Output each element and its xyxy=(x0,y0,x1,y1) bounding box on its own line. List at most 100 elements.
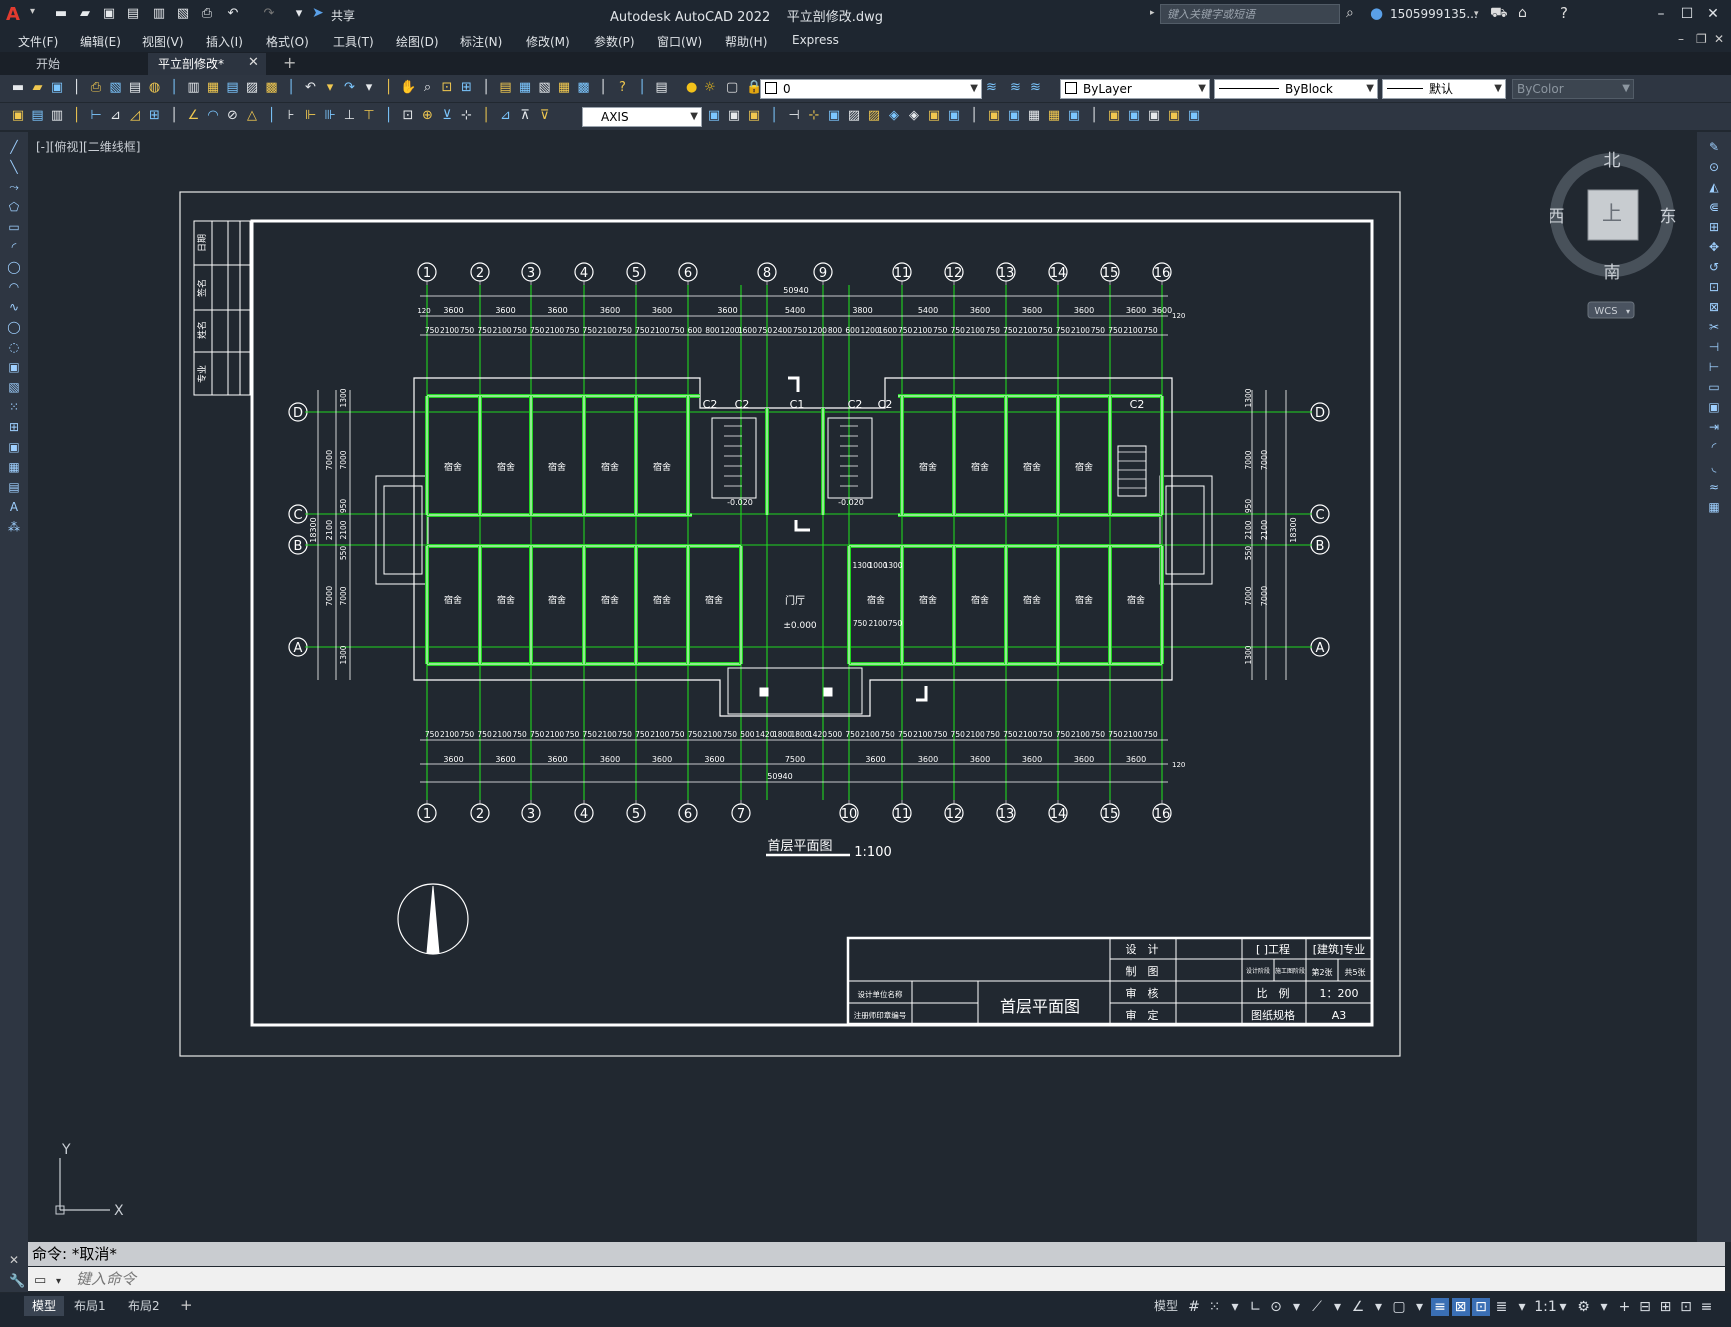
status-toggle-icon[interactable]: ⊟ xyxy=(1636,1298,1654,1316)
status-toggle-icon[interactable]: ▾ xyxy=(1288,1298,1306,1316)
toolbar-tool-icon[interactable]: ▣ xyxy=(10,108,26,124)
palette-tool-icon[interactable]: ▭ xyxy=(6,220,22,234)
palette-tool-icon[interactable]: ⊣ xyxy=(1706,340,1722,354)
toolbar-tool-icon[interactable]: ▨ xyxy=(846,108,862,124)
new-file-icon[interactable]: ▬ xyxy=(52,6,70,22)
toolbar-tool-icon[interactable]: ▣ xyxy=(1146,108,1162,124)
layer-previous-icon[interactable]: ≋ xyxy=(1010,80,1021,95)
tab-start[interactable]: 开始 xyxy=(26,53,146,75)
share-button[interactable]: 共享 xyxy=(331,7,355,24)
toolbar-tool-icon[interactable]: ▦ xyxy=(205,80,221,96)
doc-restore-icon[interactable]: ❐ xyxy=(1696,32,1707,46)
toolbar-tool-icon[interactable]: │ xyxy=(634,80,650,96)
toolbar-tool-icon[interactable]: │ xyxy=(595,80,611,96)
toolbar-tool-icon[interactable]: │ xyxy=(381,80,397,96)
doc-close-icon[interactable]: ✕ xyxy=(1714,32,1724,46)
publish-icon[interactable]: ▥ xyxy=(150,6,168,22)
toolbar-tool-icon[interactable]: ↶ xyxy=(303,80,319,96)
toolbar-tool-icon[interactable]: ▣ xyxy=(1126,108,1142,124)
palette-tool-icon[interactable]: ✂ xyxy=(1706,320,1722,334)
toolbar-tool-icon[interactable]: ▤ xyxy=(498,80,514,96)
toolbar-tool-icon[interactable]: ⊡ xyxy=(439,80,455,96)
toolbar-tool-icon[interactable]: ◈ xyxy=(886,108,902,124)
status-toggle-icon[interactable]: ▾ xyxy=(1595,1298,1613,1316)
toolbar-tool-icon[interactable]: ▧ xyxy=(537,80,553,96)
tab-close-icon[interactable]: ✕ xyxy=(248,55,259,70)
toolbar-tool-icon[interactable]: ◈ xyxy=(906,108,922,124)
toolbar-tool-icon[interactable]: │ xyxy=(69,80,85,96)
toolbar-tool-icon[interactable]: ⊞ xyxy=(147,108,163,124)
status-toggle-icon[interactable]: ▢ xyxy=(1390,1298,1408,1316)
palette-tool-icon[interactable]: ▦ xyxy=(1706,500,1722,514)
toolbar-tool-icon[interactable]: ▾ xyxy=(361,80,377,96)
status-toggle-icon[interactable]: ⚙ xyxy=(1575,1298,1593,1316)
menu-format[interactable]: 格式(O) xyxy=(266,33,309,50)
menu-file[interactable]: 文件(F) xyxy=(18,33,58,50)
toolbar-tool-icon[interactable]: ▤ xyxy=(30,108,46,124)
toolbar-tool-icon[interactable]: ⊽ xyxy=(537,108,553,124)
toolbar-tool-icon[interactable]: ▣ xyxy=(746,108,762,124)
palette-tool-icon[interactable]: ⊞ xyxy=(1706,220,1722,234)
toolbar-tool-icon[interactable]: ⊤ xyxy=(361,108,377,124)
menu-parametric[interactable]: 参数(P) xyxy=(594,33,635,50)
toolbar-tool-icon[interactable]: ▣ xyxy=(1066,108,1082,124)
palette-tool-icon[interactable]: ⊞ xyxy=(6,420,22,434)
search-icon[interactable]: ⌕ xyxy=(1346,5,1354,21)
toolbar-tool-icon[interactable]: ▥ xyxy=(49,108,65,124)
layer-select[interactable]: 0 ▼ xyxy=(760,79,982,99)
toolbar-tool-icon[interactable]: ⊿ xyxy=(108,108,124,124)
toolbar-tool-icon[interactable]: ▦ xyxy=(517,80,533,96)
palette-tool-icon[interactable]: ⬠ xyxy=(6,200,22,214)
status-toggle-icon[interactable]: ⊙ xyxy=(1267,1298,1285,1316)
toolbar-tool-icon[interactable]: ▣ xyxy=(946,108,962,124)
toolbar-tool-icon[interactable]: ▤ xyxy=(127,80,143,96)
search-input[interactable]: 键入关键字或短语 xyxy=(1160,4,1340,24)
lineweight-select[interactable]: 默认 ▼ xyxy=(1382,79,1506,99)
palette-tool-icon[interactable]: ↺ xyxy=(1706,260,1722,274)
toolbar-tool-icon[interactable]: ⊦ xyxy=(283,108,299,124)
status-toggle-icon[interactable]: ▾ xyxy=(1370,1298,1388,1316)
status-toggle-icon[interactable]: ≡ xyxy=(1431,1298,1449,1316)
palette-tool-icon[interactable]: ▤ xyxy=(6,480,22,494)
palette-tool-icon[interactable]: ▣ xyxy=(6,360,22,374)
palette-tool-icon[interactable]: ▦ xyxy=(6,460,22,474)
add-layout-icon[interactable]: + xyxy=(180,1296,193,1314)
toolbar-tool-icon[interactable]: ⊞ xyxy=(459,80,475,96)
toolbar-tool-icon[interactable]: ▦ xyxy=(1026,108,1042,124)
maximize-button[interactable]: ☐ xyxy=(1676,4,1698,24)
toolbar-tool-icon[interactable]: ▩ xyxy=(576,80,592,96)
make-current-layer-icon[interactable]: ≋ xyxy=(986,80,997,95)
toolbar-tool-icon[interactable]: │ xyxy=(166,108,182,124)
toolbar-tool-icon[interactable]: △ xyxy=(244,108,260,124)
menu-view[interactable]: 视图(V) xyxy=(142,33,184,50)
toolbar-tool-icon[interactable]: ▤ xyxy=(225,80,241,96)
palette-tool-icon[interactable]: ▭ xyxy=(1706,380,1722,394)
toolbar-tool-icon[interactable]: │ xyxy=(69,108,85,124)
toolbar-tool-icon[interactable]: ⊹ xyxy=(459,108,475,124)
status-toggle-icon[interactable]: ▾ xyxy=(1226,1298,1244,1316)
palette-tool-icon[interactable]: ⊙ xyxy=(1706,160,1722,174)
command-input[interactable]: ▭ ▾ 键入命令 xyxy=(28,1267,1725,1291)
status-toggle-icon[interactable]: ▾ xyxy=(1513,1298,1531,1316)
status-toggle-icon[interactable]: ≣ xyxy=(1493,1298,1511,1316)
toolbar-tool-icon[interactable]: ▧ xyxy=(108,80,124,96)
toolbar-tool-icon[interactable]: │ xyxy=(166,80,182,96)
toolbar-tool-icon[interactable]: ▣ xyxy=(926,108,942,124)
close-button[interactable]: ✕ xyxy=(1702,4,1724,24)
palette-tool-icon[interactable]: ◌ xyxy=(6,340,22,354)
toolbar-tool-icon[interactable]: ▤ xyxy=(654,80,670,96)
toolbar-tool-icon[interactable]: ⊘ xyxy=(225,108,241,124)
palette-tool-icon[interactable]: ⁙ xyxy=(6,400,22,414)
plotstyle-select[interactable]: ByColor ▼ xyxy=(1512,79,1634,99)
toolbar-tool-icon[interactable]: ▣ xyxy=(1166,108,1182,124)
menu-window[interactable]: 窗口(W) xyxy=(657,33,702,50)
drawing-canvas[interactable]: 日期签名姓名专业1 2 3 4 5 6 8 9 11 12 13 14 15 161 2 3 4 5 6 7 10 11 1… xyxy=(28,132,1697,1242)
toolbar-tool-icon[interactable]: ▣ xyxy=(49,80,65,96)
toolbar-tool-icon[interactable]: ◿ xyxy=(127,108,143,124)
palette-tool-icon[interactable]: ╲ xyxy=(6,160,22,174)
menu-modify[interactable]: 修改(M) xyxy=(526,33,570,50)
toolbar-tool-icon[interactable]: ⊣ xyxy=(786,108,802,124)
menu-dimension[interactable]: 标注(N) xyxy=(460,33,502,50)
toolbar-tool-icon[interactable]: ⊪ xyxy=(322,108,338,124)
toolbar-tool-icon[interactable]: ▣ xyxy=(706,108,722,124)
